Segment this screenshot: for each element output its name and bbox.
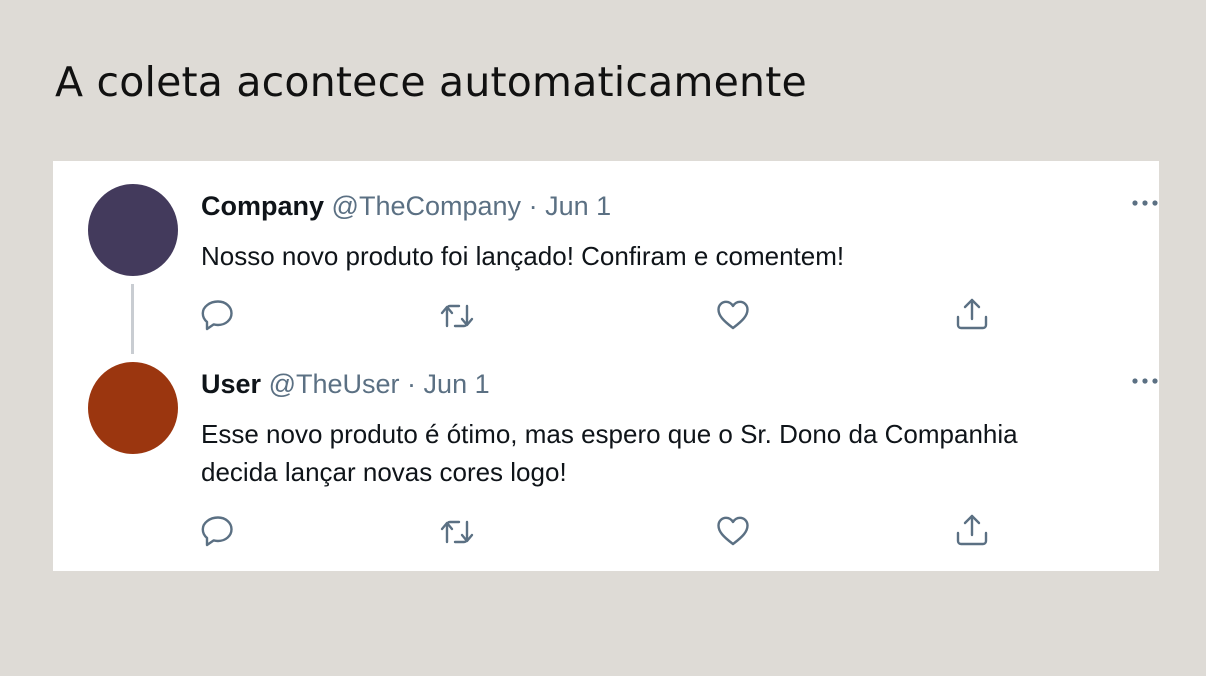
more-options-icon[interactable] — [1131, 198, 1159, 208]
tweet-text: Esse novo produto é ótimo, mas espero qu… — [201, 419, 1018, 487]
tweet-date[interactable]: Jun 1 — [545, 191, 611, 221]
slide-title: A coleta acontece automaticamente — [55, 58, 807, 106]
separator-dot: · — [528, 191, 538, 221]
tweet-header: Company @TheCompany · Jun 1 — [201, 190, 611, 222]
like-icon[interactable] — [715, 298, 751, 332]
reply-icon[interactable] — [200, 514, 236, 548]
retweet-icon[interactable] — [439, 299, 475, 333]
reply-icon[interactable] — [200, 298, 236, 332]
author-handle[interactable]: @TheUser — [269, 369, 400, 399]
tweet-text: Nosso novo produto foi lançado! Confiram… — [201, 241, 845, 271]
retweet-icon[interactable] — [439, 515, 475, 549]
tweet-thread-card — [53, 161, 1159, 571]
more-options-icon[interactable] — [1131, 376, 1159, 386]
company-avatar[interactable] — [88, 184, 178, 276]
author-name[interactable]: User — [201, 369, 261, 399]
author-name[interactable]: Company — [201, 191, 324, 221]
thread-connector-line — [131, 284, 134, 354]
author-handle[interactable]: @TheCompany — [332, 191, 522, 221]
tweet-date[interactable]: Jun 1 — [424, 369, 490, 399]
separator-dot: · — [407, 369, 417, 399]
tweet-header: User @TheUser · Jun 1 — [201, 368, 490, 400]
like-icon[interactable] — [715, 514, 751, 548]
share-icon[interactable] — [954, 513, 990, 547]
share-icon[interactable] — [954, 297, 990, 331]
user-avatar[interactable] — [88, 362, 178, 454]
